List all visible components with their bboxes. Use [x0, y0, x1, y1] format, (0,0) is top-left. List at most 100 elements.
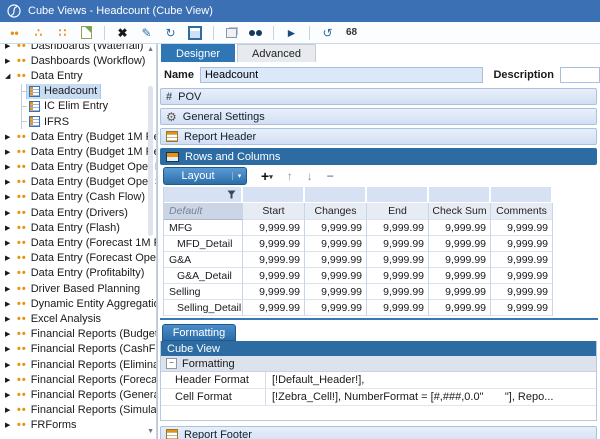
- expand-icon[interactable]: [5, 148, 17, 156]
- row-label[interactable]: G&A: [164, 252, 243, 268]
- formatting-tab-button[interactable]: Formatting: [162, 324, 236, 341]
- sidebar-item-flash[interactable]: Data Entry (Flash): [0, 220, 156, 235]
- filter-cell[interactable]: [429, 187, 491, 203]
- filter-icon[interactable]: [227, 190, 236, 199]
- expand-icon[interactable]: [5, 224, 17, 232]
- sidebar-item-budget-oper-exp[interactable]: Data Entry (Budget Oper Exp: [0, 160, 156, 175]
- hierarchy-icon[interactable]: ∴: [32, 26, 45, 40]
- property-row-cell-format[interactable]: Cell Format [!Zebra_Cell!], NumberFormat…: [161, 389, 596, 406]
- sidebar-item-budget-1m-rev-1[interactable]: Data Entry (Budget 1M Rev C: [0, 129, 156, 144]
- grid-cell[interactable]: 9,999.99: [367, 236, 429, 252]
- save-icon[interactable]: [188, 25, 202, 40]
- expand-icon[interactable]: [5, 193, 17, 201]
- sidebar-item-forecast-oper-ex[interactable]: Data Entry (Forecast Oper Ex: [0, 251, 156, 266]
- expand-icon[interactable]: [5, 421, 17, 429]
- section-pov[interactable]: # POV: [160, 88, 597, 105]
- refresh-icon[interactable]: ↻: [164, 26, 177, 40]
- section-general-settings[interactable]: ⚙ General Settings: [160, 108, 597, 125]
- expand-icon[interactable]: [5, 239, 17, 247]
- grid-cell[interactable]: 9,999.99: [429, 300, 491, 316]
- section-rows-and-columns[interactable]: Rows and Columns: [160, 148, 597, 165]
- table-row[interactable]: MFD_Detail 9,999.99 9,999.99 9,999.99 9,…: [164, 236, 553, 252]
- grid-cell[interactable]: 9,999.99: [305, 268, 367, 284]
- sidebar-item-drivers[interactable]: Data Entry (Drivers): [0, 205, 156, 220]
- grid-cell[interactable]: 9,999.99: [491, 220, 553, 236]
- grid-cell[interactable]: 9,999.99: [367, 220, 429, 236]
- column-header-changes[interactable]: Changes: [305, 203, 367, 220]
- column-header-end[interactable]: End: [367, 203, 429, 220]
- grid-cell[interactable]: 9,999.99: [367, 252, 429, 268]
- navigate-icon[interactable]: ►: [285, 26, 298, 40]
- grid-cell[interactable]: 9,999.99: [429, 236, 491, 252]
- table-row[interactable]: G&A 9,999.99 9,999.99 9,999.99 9,999.99 …: [164, 252, 553, 268]
- row-label[interactable]: G&A_Detail: [164, 268, 243, 284]
- grid-cell[interactable]: 9,999.99: [243, 284, 305, 300]
- expand-icon[interactable]: [5, 300, 17, 308]
- grid-cell[interactable]: 9,999.99: [367, 268, 429, 284]
- filter-cell[interactable]: [305, 187, 367, 203]
- expand-icon[interactable]: [5, 285, 17, 293]
- filter-cell[interactable]: [491, 187, 553, 203]
- expand-icon[interactable]: [5, 133, 17, 141]
- edit-icon[interactable]: ✎: [140, 26, 153, 40]
- collapse-box-icon[interactable]: −: [166, 358, 177, 369]
- expand-icon[interactable]: [5, 391, 17, 399]
- expand-icon[interactable]: [5, 163, 17, 171]
- grid-cell[interactable]: 9,999.99: [305, 284, 367, 300]
- grid-cell[interactable]: 9,999.99: [429, 284, 491, 300]
- grid-cell[interactable]: 9,999.99: [243, 236, 305, 252]
- grid-dots-icon[interactable]: ∷: [56, 26, 69, 40]
- column-header-default[interactable]: Default: [164, 203, 243, 220]
- favorites-icon[interactable]: ••: [8, 26, 21, 40]
- section-report-header[interactable]: Report Header: [160, 128, 597, 145]
- row-label[interactable]: Selling_Detail: [164, 300, 243, 316]
- expand-icon[interactable]: [5, 57, 17, 65]
- expand-icon[interactable]: [5, 345, 17, 353]
- sidebar-item-dashboards-workflow[interactable]: Dashboards (Workflow): [0, 53, 156, 68]
- grid-cell[interactable]: 9,999.99: [367, 284, 429, 300]
- spectacles-icon[interactable]: 68: [345, 26, 358, 40]
- sidebar-item-dynamic-entity-aggregation[interactable]: Dynamic Entity Aggregation: [0, 296, 156, 311]
- expand-icon[interactable]: [5, 315, 17, 323]
- tab-advanced[interactable]: Advanced: [237, 44, 316, 62]
- move-down-button[interactable]: ↓: [307, 169, 313, 183]
- sync-icon[interactable]: ↺: [321, 26, 334, 40]
- grid-cell[interactable]: 9,999.99: [243, 300, 305, 316]
- column-header-check-sum[interactable]: Check Sum: [429, 203, 491, 220]
- property-value[interactable]: [!Zebra_Cell!], NumberFormat = [#,###,0.…: [266, 389, 596, 405]
- grid-cell[interactable]: 9,999.99: [491, 284, 553, 300]
- remove-row-button[interactable]: −: [327, 169, 334, 183]
- sidebar-item-ic-elim-entry[interactable]: IC Elim Entry: [0, 98, 156, 114]
- expand-icon[interactable]: [5, 209, 17, 217]
- description-input[interactable]: [560, 67, 600, 83]
- sidebar-item-frforms[interactable]: FRForms: [0, 418, 156, 433]
- grid-cell[interactable]: 9,999.99: [491, 252, 553, 268]
- scroll-up-icon[interactable]: ▲: [147, 46, 154, 53]
- tab-designer[interactable]: Designer: [161, 44, 236, 62]
- binoculars-icon[interactable]: [249, 26, 262, 40]
- sidebar-item-fin-reports-forecast[interactable]: Financial Reports (Forecast): [0, 372, 156, 387]
- layout-dropdown-icon[interactable]: ▾: [232, 172, 246, 180]
- sidebar-item-ifrs[interactable]: IFRS: [0, 113, 156, 130]
- expand-icon[interactable]: [5, 361, 17, 369]
- row-label[interactable]: Selling: [164, 284, 243, 300]
- expand-icon[interactable]: [5, 44, 17, 50]
- grid-cell[interactable]: 9,999.99: [243, 268, 305, 284]
- grid-cell[interactable]: 9,999.99: [491, 268, 553, 284]
- new-item-icon[interactable]: [80, 26, 93, 40]
- grid-cell[interactable]: 9,999.99: [243, 252, 305, 268]
- table-row[interactable]: Selling 9,999.99 9,999.99 9,999.99 9,999…: [164, 284, 553, 300]
- sidebar-item-dashboards-waterfall[interactable]: Dashboards (Waterfall): [0, 44, 156, 53]
- sidebar-item-profitability[interactable]: Data Entry (Profitabilty): [0, 266, 156, 281]
- property-row-header-format[interactable]: Header Format [!Default_Header!],: [161, 372, 596, 389]
- grid-cell[interactable]: 9,999.99: [491, 236, 553, 252]
- sidebar-item-cash-flow[interactable]: Data Entry (Cash Flow): [0, 190, 156, 205]
- grid-cell[interactable]: 9,999.99: [243, 220, 305, 236]
- expand-icon[interactable]: [5, 406, 17, 414]
- expand-icon[interactable]: [5, 330, 17, 338]
- move-up-button[interactable]: ↑: [287, 169, 293, 183]
- expand-icon[interactable]: [5, 376, 17, 384]
- column-header-start[interactable]: Start: [243, 203, 305, 220]
- sidebar-item-excel-analysis[interactable]: Excel Analysis: [0, 311, 156, 326]
- sidebar-item-budget-1m-rev-2[interactable]: Data Entry (Budget 1M Rev C: [0, 144, 156, 159]
